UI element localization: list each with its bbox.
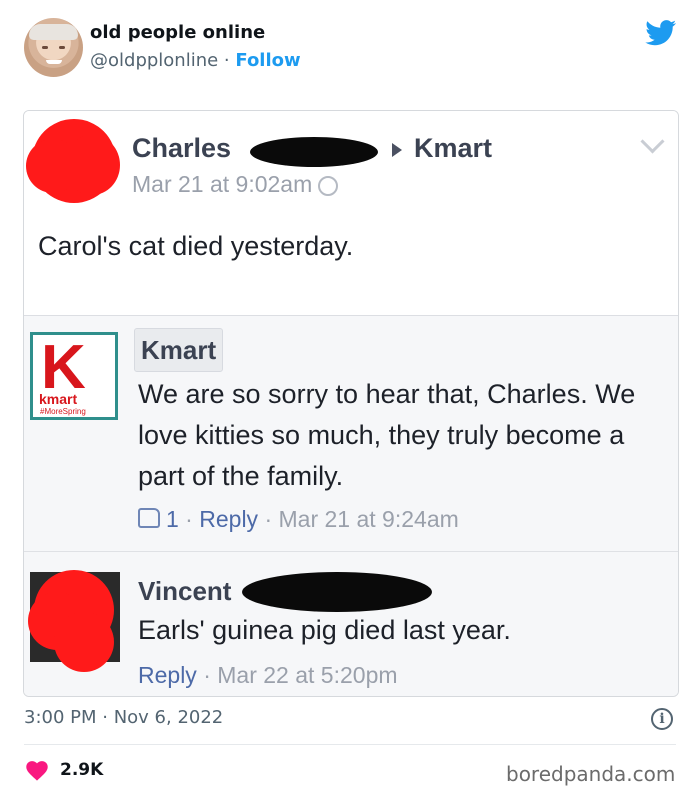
redacted-surname [242, 572, 432, 612]
avatar-eye-left [42, 46, 48, 49]
avatar-hair [29, 24, 78, 40]
embedded-screenshot[interactable]: Charles Kmart Mar 21 at 9:02am Carol's c… [23, 110, 679, 697]
like-count[interactable]: 2.9K [60, 760, 103, 780]
thumbs-up-icon [138, 508, 160, 528]
chevron-down-icon [640, 129, 665, 154]
redacted-surname [250, 137, 378, 167]
kmart-logo-word: kmart [39, 391, 78, 407]
info-icon[interactable]: i [651, 708, 673, 730]
facebook-post: Charles Kmart Mar 21 at 9:02am Carol's c… [24, 111, 678, 316]
follow-button[interactable]: Follow [235, 50, 300, 71]
post-target-page: Kmart [414, 133, 493, 163]
kmart-logo-tagline: #MoreSpring [40, 407, 86, 416]
vincent-comment: Vincent Earls' guinea pig died last year… [24, 552, 678, 696]
profile-avatar[interactable] [24, 18, 83, 77]
author-display-name[interactable]: old people online [90, 22, 265, 43]
comment-meta: Reply · Mar 22 at 5:20pm [138, 662, 398, 689]
globe-privacy-icon [318, 175, 339, 196]
author-handle[interactable]: @oldpplonline [90, 50, 218, 71]
comment-body: Earls' guinea pig died last year. [138, 615, 511, 645]
comment-time: Mar 22 at 5:20pm [217, 662, 398, 688]
divider [24, 744, 676, 745]
kmart-comment: K kmart #MoreSpring Kmart We are so sorr… [24, 316, 678, 552]
post-target-arrow-icon [392, 143, 402, 157]
comment-author-name: Kmart [134, 328, 224, 372]
comment-reply-link: Reply [199, 506, 259, 532]
meta-separator: · [196, 662, 218, 688]
author-handle-line: @oldpplonline · Follow [90, 50, 301, 71]
meta-separator: · [258, 506, 279, 532]
kmart-logo: K kmart #MoreSpring [30, 332, 118, 420]
comment-time: Mar 21 at 9:24am [278, 506, 459, 532]
avatar-mouth [46, 60, 62, 64]
comment-author-name: Vincent [138, 576, 232, 606]
kmart-logo-letter: K [41, 333, 86, 402]
comment-meta: 1 · Reply · Mar 21 at 9:24am [138, 506, 459, 533]
heart-icon[interactable] [26, 761, 48, 781]
redacted-profile-photo-blob [54, 612, 114, 672]
comment-body: We are so sorry to hear that, Charles. W… [138, 379, 636, 491]
comment-like-count: 1 [166, 506, 179, 532]
source-watermark: boredpanda.com [506, 762, 676, 786]
tweet-timestamp[interactable]: 3:00 PM · Nov 6, 2022 [24, 707, 223, 728]
post-body: Carol's cat died yesterday. [38, 231, 354, 261]
avatar-eye-right [59, 46, 65, 49]
post-time: Mar 21 at 9:02am [132, 171, 313, 197]
post-timestamp: Mar 21 at 9:02am [132, 171, 339, 198]
handle-separator: · [218, 50, 236, 71]
post-author-name: Charles [132, 133, 232, 163]
redacted-profile-photo-blob [64, 135, 120, 195]
twitter-bird-icon[interactable] [645, 20, 677, 46]
meta-separator: · [178, 506, 200, 532]
comment-reply-link: Reply [138, 662, 197, 688]
